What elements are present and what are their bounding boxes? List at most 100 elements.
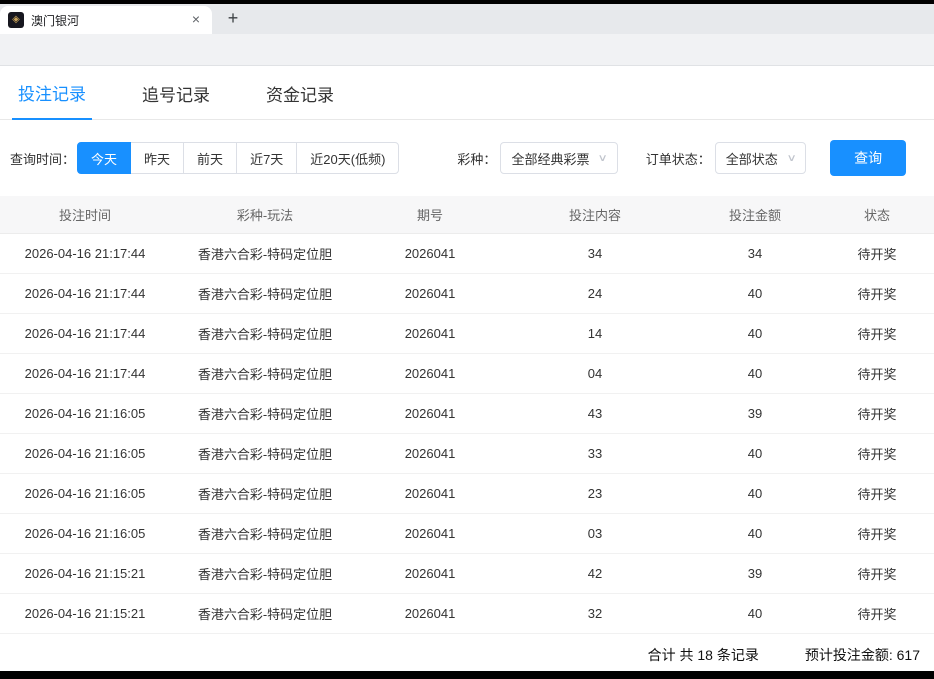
cell-bet-amount: 40	[690, 273, 820, 313]
tab-chase-records[interactable]: 追号记录	[136, 81, 216, 119]
cell-issue: 2026041	[360, 313, 500, 353]
chevron-down-icon: ∨	[598, 153, 608, 164]
cell-bet-amount: 40	[690, 513, 820, 553]
time-filter-7days[interactable]: 近7天	[236, 142, 297, 174]
cell-bet-amount: 39	[690, 393, 820, 433]
cell-bet-amount: 40	[690, 353, 820, 393]
cell-bet-time: 2026-04-16 21:15:21	[0, 593, 170, 633]
cell-bet-time: 2026-04-16 21:17:44	[0, 273, 170, 313]
cell-status: 待开奖	[820, 473, 934, 513]
browser-chrome: ◈ 澳门银河 × +	[0, 0, 934, 66]
table-row: 2026-04-16 21:15:21 香港六合彩-特码定位胆 2026041 …	[0, 593, 934, 633]
cell-bet-content: 14	[500, 313, 690, 353]
cell-bet-amount: 40	[690, 433, 820, 473]
header-bet-amount: 投注金额	[690, 196, 820, 233]
table-row: 2026-04-16 21:17:44 香港六合彩-特码定位胆 2026041 …	[0, 313, 934, 353]
header-issue: 期号	[360, 196, 500, 233]
status-select-value: 全部状态	[726, 149, 778, 168]
tab-title: 澳门银河	[31, 12, 181, 29]
summary-bar: 合计 共 18 条记录 预计投注金额: 617	[0, 634, 934, 676]
cell-issue: 2026041	[360, 273, 500, 313]
lottery-select-value: 全部经典彩票	[511, 149, 589, 168]
cell-bet-content: 23	[500, 473, 690, 513]
cell-bet-time: 2026-04-16 21:17:44	[0, 313, 170, 353]
page-content: 投注记录 追号记录 资金记录 查询时间： 今天 昨天 前天 近7天 近20天(低…	[0, 66, 934, 676]
cell-issue: 2026041	[360, 553, 500, 593]
header-lottery-play: 彩种-玩法	[170, 196, 360, 233]
cell-bet-time: 2026-04-16 21:16:05	[0, 433, 170, 473]
cell-bet-content: 42	[500, 553, 690, 593]
cell-status: 待开奖	[820, 513, 934, 553]
cell-lottery-play: 香港六合彩-特码定位胆	[170, 473, 360, 513]
cell-bet-amount: 40	[690, 313, 820, 353]
cell-bet-content: 33	[500, 433, 690, 473]
time-filter-20days[interactable]: 近20天(低频)	[296, 142, 399, 174]
tab-close-icon[interactable]: ×	[188, 12, 204, 28]
tab-fund-records[interactable]: 资金记录	[260, 81, 340, 119]
cell-status: 待开奖	[820, 593, 934, 633]
bet-records-table: 投注时间 彩种-玩法 期号 投注内容 投注金额 状态 2026-04-16 21…	[0, 196, 934, 634]
cell-bet-content: 04	[500, 353, 690, 393]
cell-status: 待开奖	[820, 353, 934, 393]
cell-bet-content: 34	[500, 233, 690, 273]
header-bet-content: 投注内容	[500, 196, 690, 233]
cell-issue: 2026041	[360, 353, 500, 393]
cell-bet-content: 24	[500, 273, 690, 313]
cell-issue: 2026041	[360, 393, 500, 433]
cell-bet-time: 2026-04-16 21:17:44	[0, 233, 170, 273]
cell-lottery-play: 香港六合彩-特码定位胆	[170, 553, 360, 593]
chevron-down-icon: ∨	[786, 153, 796, 164]
cell-issue: 2026041	[360, 473, 500, 513]
cell-bet-amount: 40	[690, 593, 820, 633]
lottery-select[interactable]: 全部经典彩票 ∨	[500, 142, 617, 174]
table-row: 2026-04-16 21:16:05 香港六合彩-特码定位胆 2026041 …	[0, 513, 934, 553]
status-filter-label: 订单状态：	[646, 149, 711, 168]
cell-bet-time: 2026-04-16 21:15:21	[0, 553, 170, 593]
table-row: 2026-04-16 21:17:44 香港六合彩-特码定位胆 2026041 …	[0, 353, 934, 393]
cell-bet-content: 32	[500, 593, 690, 633]
cell-bet-time: 2026-04-16 21:16:05	[0, 393, 170, 433]
total-records-text: 合计 共 18 条记录	[648, 645, 759, 665]
table-row: 2026-04-16 21:16:05 香港六合彩-特码定位胆 2026041 …	[0, 433, 934, 473]
cell-status: 待开奖	[820, 273, 934, 313]
table-row: 2026-04-16 21:17:44 香港六合彩-特码定位胆 2026041 …	[0, 273, 934, 313]
new-tab-button[interactable]: +	[220, 6, 246, 32]
cell-bet-time: 2026-04-16 21:17:44	[0, 353, 170, 393]
site-favicon-icon: ◈	[8, 12, 24, 28]
table-row: 2026-04-16 21:16:05 香港六合彩-特码定位胆 2026041 …	[0, 473, 934, 513]
cell-bet-content: 03	[500, 513, 690, 553]
cell-bet-time: 2026-04-16 21:16:05	[0, 473, 170, 513]
table-body: 2026-04-16 21:17:44 香港六合彩-特码定位胆 2026041 …	[0, 233, 934, 633]
tab-bet-records[interactable]: 投注记录	[12, 80, 92, 120]
cell-lottery-play: 香港六合彩-特码定位胆	[170, 233, 360, 273]
cell-status: 待开奖	[820, 433, 934, 473]
cell-lottery-play: 香港六合彩-特码定位胆	[170, 513, 360, 553]
record-tabs: 投注记录 追号记录 资金记录	[0, 66, 934, 120]
cell-status: 待开奖	[820, 393, 934, 433]
browser-tab[interactable]: ◈ 澳门银河 ×	[0, 6, 212, 34]
cell-bet-amount: 40	[690, 473, 820, 513]
lottery-filter-label: 彩种：	[457, 149, 496, 168]
bottom-status-strip	[0, 671, 934, 679]
cell-lottery-play: 香港六合彩-特码定位胆	[170, 433, 360, 473]
cell-status: 待开奖	[820, 233, 934, 273]
cell-bet-amount: 39	[690, 553, 820, 593]
cell-bet-amount: 34	[690, 233, 820, 273]
cell-lottery-play: 香港六合彩-特码定位胆	[170, 313, 360, 353]
status-select[interactable]: 全部状态 ∨	[715, 142, 806, 174]
header-bet-time: 投注时间	[0, 196, 170, 233]
cell-lottery-play: 香港六合彩-特码定位胆	[170, 353, 360, 393]
cell-issue: 2026041	[360, 513, 500, 553]
browser-tab-strip: ◈ 澳门银河 × +	[0, 4, 934, 34]
cell-bet-time: 2026-04-16 21:16:05	[0, 513, 170, 553]
time-filter-day-before[interactable]: 前天	[183, 142, 237, 174]
cell-lottery-play: 香港六合彩-特码定位胆	[170, 273, 360, 313]
table-row: 2026-04-16 21:16:05 香港六合彩-特码定位胆 2026041 …	[0, 393, 934, 433]
time-filter-today[interactable]: 今天	[77, 142, 131, 174]
cell-issue: 2026041	[360, 233, 500, 273]
time-filter-yesterday[interactable]: 昨天	[130, 142, 184, 174]
cell-status: 待开奖	[820, 313, 934, 353]
table-header-row: 投注时间 彩种-玩法 期号 投注内容 投注金额 状态	[0, 196, 934, 233]
cell-lottery-play: 香港六合彩-特码定位胆	[170, 393, 360, 433]
search-button[interactable]: 查询	[830, 140, 906, 176]
